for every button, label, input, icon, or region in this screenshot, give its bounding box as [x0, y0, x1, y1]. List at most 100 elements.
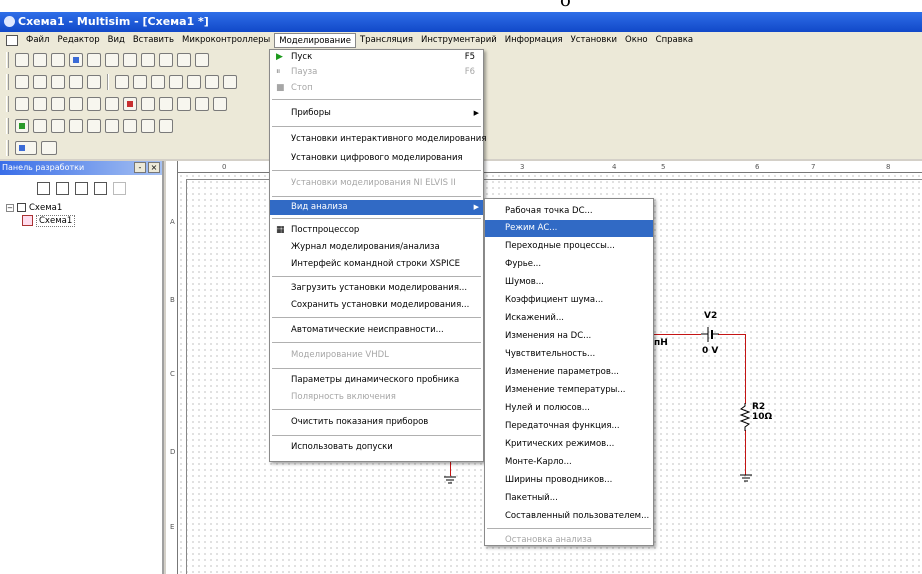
fullscreen-icon[interactable] — [15, 75, 29, 89]
misc-icon[interactable] — [195, 97, 209, 111]
new-design-icon[interactable] — [36, 181, 50, 195]
zoom-in-icon[interactable] — [33, 75, 47, 89]
menu-window[interactable]: Окно — [621, 33, 652, 48]
menu-item-postprocessor[interactable]: ▦ Постпроцессор — [270, 222, 483, 239]
pause-icon[interactable] — [33, 119, 47, 133]
menu-item-xspice[interactable]: Интерфейс командной строки XSPICE — [270, 256, 483, 273]
cut-icon[interactable] — [123, 53, 137, 67]
paste-icon[interactable] — [159, 53, 173, 67]
menu-item-instruments[interactable]: Приборы ▶ — [270, 103, 483, 123]
analysis-stop-item[interactable]: Остановка анализа — [485, 532, 653, 549]
ttl-icon[interactable] — [105, 97, 119, 111]
new-file-icon[interactable] — [15, 53, 29, 67]
menu-insert[interactable]: Вставить — [129, 33, 178, 48]
stop-icon[interactable] — [51, 119, 65, 133]
run-icon[interactable] — [15, 119, 29, 133]
menu-item-sim-log[interactable]: Журнал моделирования/анализа — [270, 239, 483, 256]
analysis-item[interactable]: Составленный пользователем... — [485, 507, 653, 525]
open-design-icon[interactable] — [55, 181, 69, 195]
analysis-item[interactable]: Изменение параметров... — [485, 363, 653, 381]
analysis-item[interactable]: Передаточная функция... — [485, 417, 653, 435]
menu-item-run[interactable]: ▶ Пуск F5 — [270, 50, 483, 64]
menu-simulate[interactable]: Моделирование — [274, 33, 356, 48]
step-icon[interactable] — [69, 119, 83, 133]
menu-edit[interactable]: Редактор — [53, 33, 103, 48]
wire[interactable] — [718, 334, 746, 335]
analysis-item[interactable]: Рабочая точка DC... — [485, 202, 653, 220]
wire[interactable] — [745, 334, 746, 404]
cmos-icon[interactable] — [123, 97, 137, 111]
power-icon[interactable] — [213, 97, 227, 111]
menu-options[interactable]: Установки — [567, 33, 621, 48]
document-icon[interactable] — [6, 35, 18, 46]
tree-child[interactable]: Схема1 — [6, 214, 162, 227]
toolbar-grip[interactable] — [6, 52, 9, 68]
copy-icon[interactable] — [141, 53, 155, 67]
panel-minimize-button[interactable]: - — [134, 162, 146, 173]
analog-icon[interactable] — [87, 97, 101, 111]
print-preview-icon[interactable] — [105, 53, 119, 67]
wire[interactable] — [653, 334, 701, 335]
analysis-item[interactable]: Пакетный... — [485, 489, 653, 507]
analysis-item[interactable]: Коэффициент шума... — [485, 291, 653, 309]
run-to-cursor-icon[interactable] — [141, 119, 155, 133]
zoom-fit-icon[interactable] — [87, 75, 101, 89]
mixed-icon[interactable] — [159, 97, 173, 111]
analysis-item[interactable]: Режим AC... — [485, 220, 653, 237]
open-file-icon[interactable] — [33, 53, 47, 67]
menu-item-vhdl[interactable]: Моделирование VHDL — [270, 346, 483, 365]
analysis-item[interactable]: Изменения на DC... — [485, 327, 653, 345]
toolbar-grip[interactable] — [6, 118, 9, 134]
menu-item-digital-settings[interactable]: Установки цифрового моделирования — [270, 149, 483, 167]
new-subcircuit-icon[interactable] — [93, 181, 107, 195]
panel-close-button[interactable]: × — [148, 162, 160, 173]
indicator-icon[interactable] — [177, 97, 191, 111]
menu-item-interactive-settings[interactable]: Установки интерактивного моделирования — [270, 130, 486, 149]
menu-item-use-tolerances[interactable]: Использовать допуски — [270, 439, 483, 456]
analysis-item[interactable]: Искажений... — [485, 309, 653, 327]
save-design-icon[interactable] — [74, 181, 88, 195]
transistor-icon[interactable] — [69, 97, 83, 111]
database-icon[interactable] — [151, 75, 165, 89]
analysis-item[interactable]: Фурье... — [485, 255, 653, 273]
wire[interactable] — [745, 430, 746, 475]
source-icon[interactable] — [15, 97, 29, 111]
redo-icon[interactable] — [195, 53, 209, 67]
resistor-symbol[interactable] — [739, 403, 751, 431]
toolbar-grip[interactable] — [6, 74, 9, 90]
menu-transfer[interactable]: Трансляция — [356, 33, 417, 48]
menu-help[interactable]: Справка — [652, 33, 697, 48]
menu-item-analysis[interactable]: Вид анализа ▶ — [270, 200, 483, 215]
checkbox-icon[interactable] — [17, 203, 26, 212]
toolbar-grip[interactable] — [6, 140, 9, 156]
print-icon[interactable] — [87, 53, 101, 67]
menu-item-stop[interactable]: ■ Стоп — [270, 80, 483, 96]
analysis-item[interactable]: Изменение температуры... — [485, 381, 653, 399]
analysis-item[interactable]: Шумов... — [485, 273, 653, 291]
save-icon[interactable] — [69, 53, 83, 67]
battery-symbol[interactable] — [699, 324, 721, 346]
design-toolbox-icon[interactable] — [115, 75, 129, 89]
tree-root[interactable]: − Схема1 — [6, 201, 162, 214]
step-into-icon[interactable] — [87, 119, 101, 133]
menu-item-pause[interactable]: ⏸ Пауза F6 — [270, 64, 483, 80]
misc-digital-icon[interactable] — [141, 97, 155, 111]
list-icon[interactable] — [223, 75, 237, 89]
zoom-area-icon[interactable] — [69, 75, 83, 89]
toolbar-grip[interactable] — [6, 96, 9, 112]
analysis-item[interactable]: Нулей и полюсов... — [485, 399, 653, 417]
open-sample-icon[interactable] — [51, 53, 65, 67]
component-wizard-icon[interactable] — [169, 75, 183, 89]
diode-icon[interactable] — [51, 97, 65, 111]
analysis-item[interactable]: Чувствительность... — [485, 345, 653, 363]
menu-item-reverse-polarity[interactable]: Полярность включения — [270, 389, 483, 406]
zoom-out-icon[interactable] — [51, 75, 65, 89]
menu-file[interactable]: Файл — [22, 33, 53, 48]
menu-item-elvis-settings[interactable]: Установки моделирования NI ELVIS II — [270, 174, 483, 193]
analysis-item[interactable]: Ширины проводников... — [485, 471, 653, 489]
menu-item-clear-instruments[interactable]: Очистить показания приборов — [270, 413, 483, 432]
collapse-icon[interactable]: − — [6, 203, 14, 212]
breakpoint-icon[interactable] — [159, 119, 173, 133]
menu-reports[interactable]: Информация — [501, 33, 567, 48]
step-over-icon[interactable] — [105, 119, 119, 133]
